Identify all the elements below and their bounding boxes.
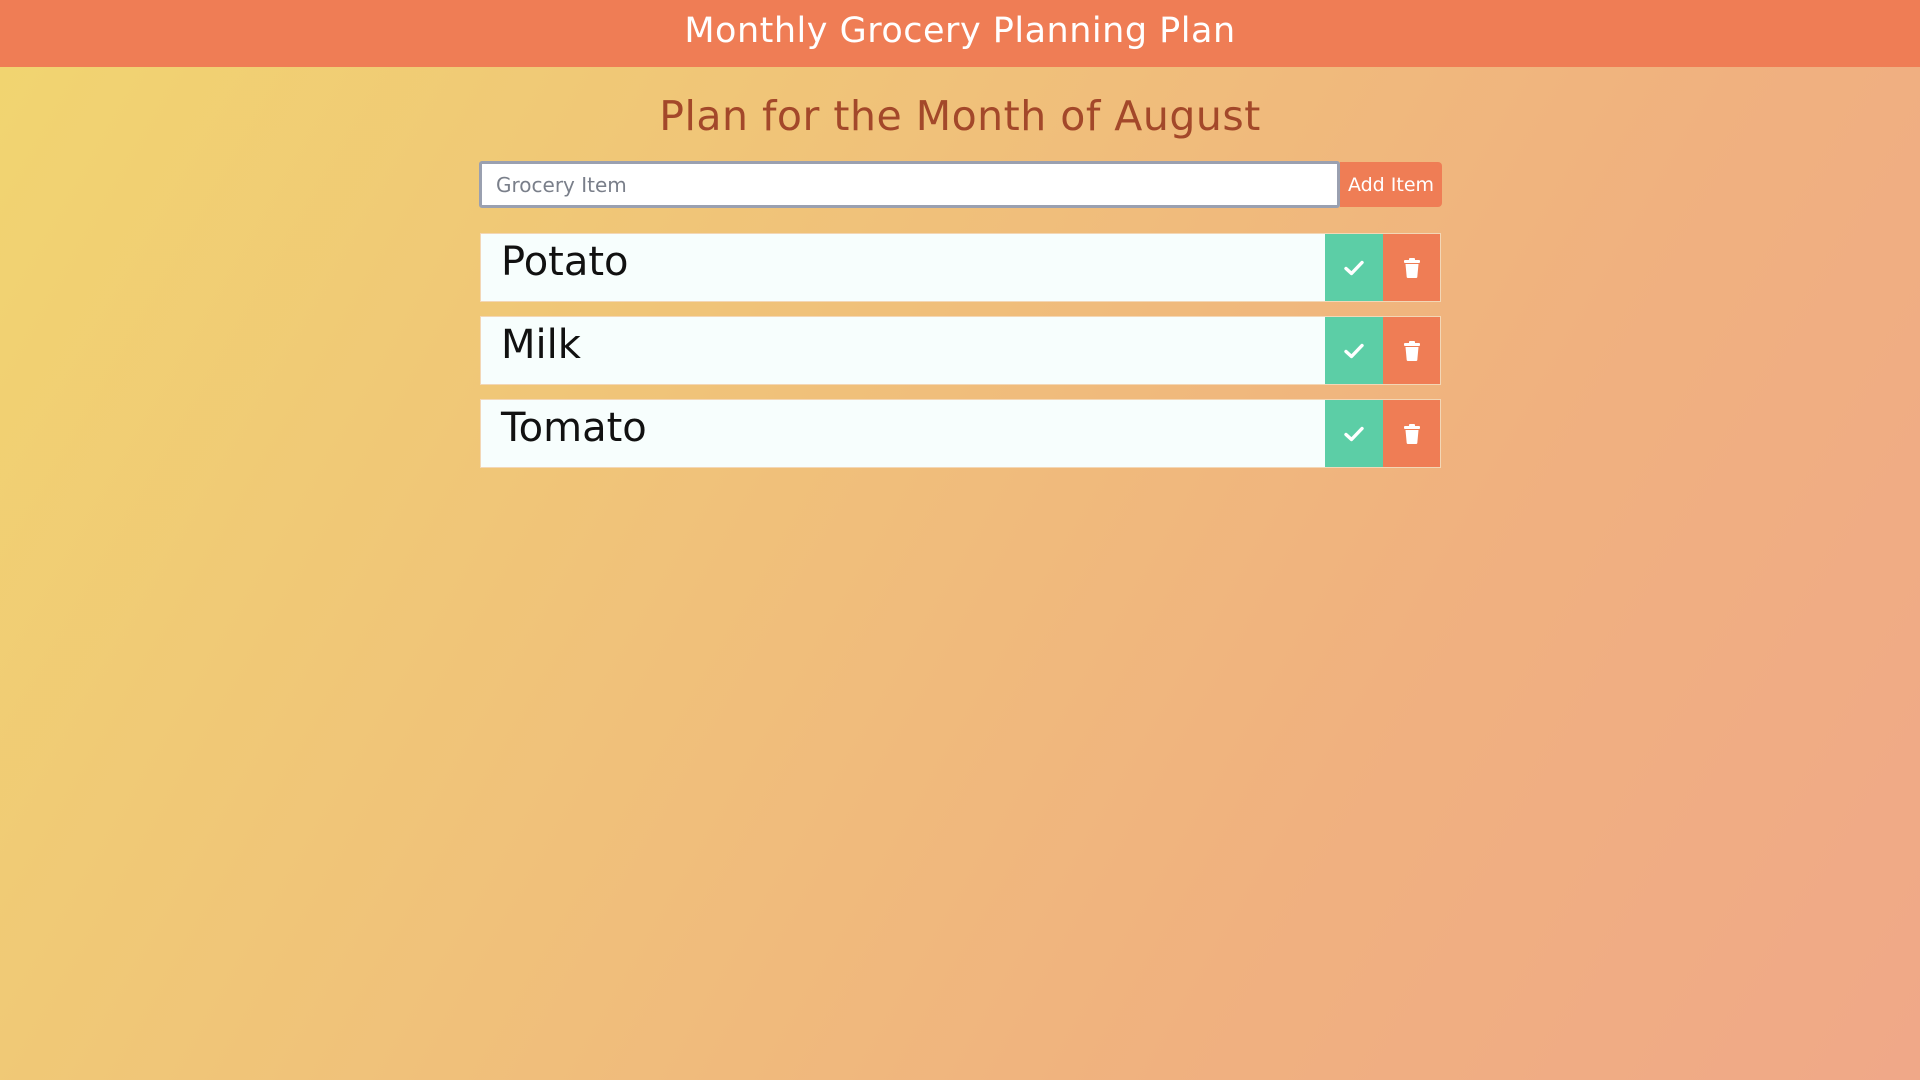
grocery-list: Potato Milk Tomato [480,233,1441,482]
trash-icon [1403,423,1420,444]
delete-button[interactable] [1383,400,1440,467]
complete-button[interactable] [1325,317,1383,384]
item-label: Potato [501,239,629,285]
item-label: Milk [501,322,581,368]
item-label: Tomato [501,405,647,451]
trash-icon [1403,340,1420,361]
trash-icon [1403,257,1420,278]
app-header: Monthly Grocery Planning Plan [0,0,1920,67]
grocery-item-input[interactable] [479,161,1340,208]
add-item-form: Add Item [479,161,1442,208]
app-title: Monthly Grocery Planning Plan [684,10,1236,51]
delete-button[interactable] [1383,234,1440,301]
check-icon [1344,260,1364,275]
list-item: Milk [480,316,1441,385]
check-icon [1344,343,1364,358]
add-item-button[interactable]: Add Item [1340,162,1442,207]
complete-button[interactable] [1325,400,1383,467]
complete-button[interactable] [1325,234,1383,301]
list-item: Tomato [480,399,1441,468]
list-item: Potato [480,233,1441,302]
check-icon [1344,426,1364,441]
delete-button[interactable] [1383,317,1440,384]
plan-subtitle: Plan for the Month of August [659,92,1261,140]
